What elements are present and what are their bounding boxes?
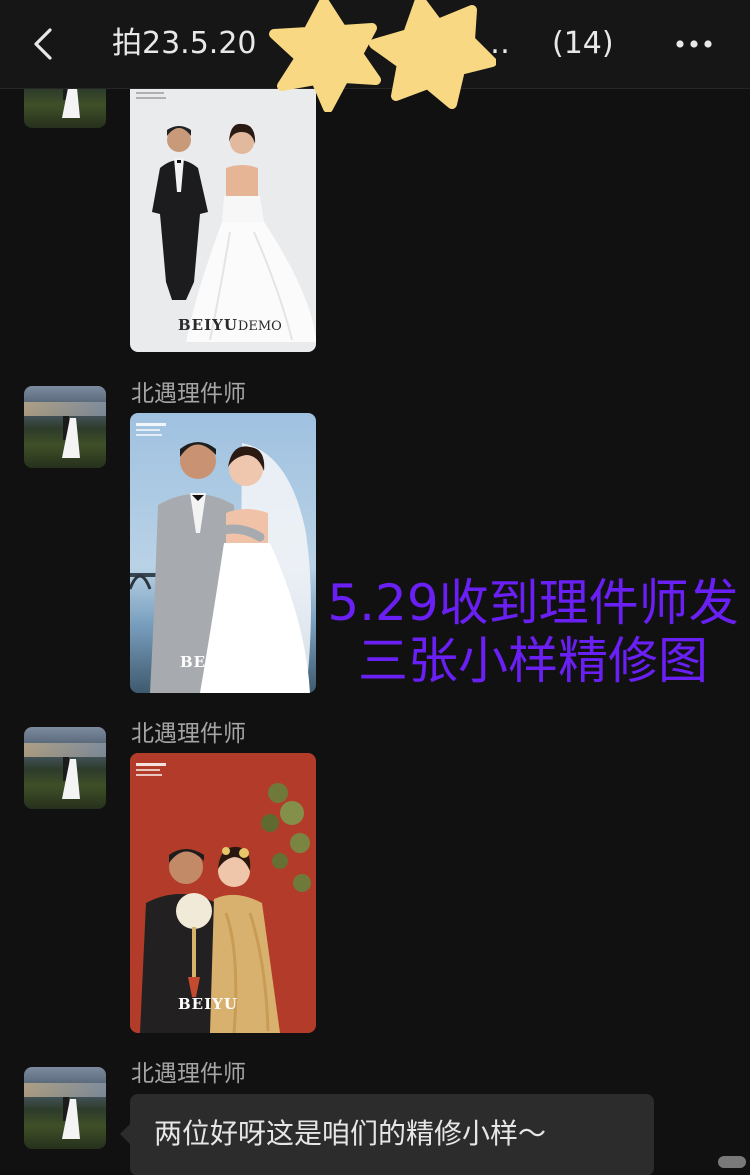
sender-name: 北遇理件师 xyxy=(131,381,246,407)
avatar[interactable] xyxy=(24,1067,106,1149)
annotation-line-1: 5.29收到理件师发 xyxy=(327,574,739,632)
image-brand-watermark: BEIYUDEMO xyxy=(178,316,282,334)
avatar[interactable] xyxy=(24,727,106,809)
chat-screen: 拍23.5.20… (14) BEIYUDEMO 北遇理件师 BEIYU 北遇理… xyxy=(0,0,750,1175)
message-text: 两位好呀这是咱们的精修小样～ xyxy=(154,1117,547,1150)
chevron-left-icon xyxy=(34,28,52,60)
back-button[interactable] xyxy=(24,22,64,66)
corner-watermark xyxy=(718,1156,746,1168)
chat-image[interactable]: BEIYU xyxy=(130,753,316,1033)
more-dots-icon xyxy=(676,40,712,48)
chat-image[interactable]: BEIYU xyxy=(130,413,316,693)
image-brand-watermark: BEIYU xyxy=(178,995,238,1013)
member-count: (14) xyxy=(552,26,614,61)
sender-name: 北遇理件师 xyxy=(131,1061,246,1087)
avatar[interactable] xyxy=(24,386,106,468)
couple-silhouette xyxy=(62,1097,80,1139)
chat-title-text: 拍23.5.20 xyxy=(112,26,257,61)
annotation-overlay: 5.29收到理件师发 三张小样精修图 xyxy=(316,574,750,690)
wedding-photo-red-backdrop xyxy=(130,753,316,1033)
couple-silhouette xyxy=(62,757,80,799)
couple-silhouette xyxy=(62,416,80,458)
redaction-sticker xyxy=(269,0,496,112)
wedding-photo-studio xyxy=(130,72,316,352)
message-bubble[interactable]: 两位好呀这是咱们的精修小样～ xyxy=(120,1094,654,1175)
image-brand-watermark: BEIYU xyxy=(180,653,240,671)
more-button[interactable] xyxy=(668,22,720,66)
chat-title[interactable]: 拍23.5.20… xyxy=(112,24,510,64)
sender-name: 北遇理件师 xyxy=(131,721,246,747)
chat-image[interactable]: BEIYUDEMO xyxy=(130,72,316,352)
wedding-photo-seaside xyxy=(130,413,316,693)
annotation-line-2: 三张小样精修图 xyxy=(358,632,708,690)
